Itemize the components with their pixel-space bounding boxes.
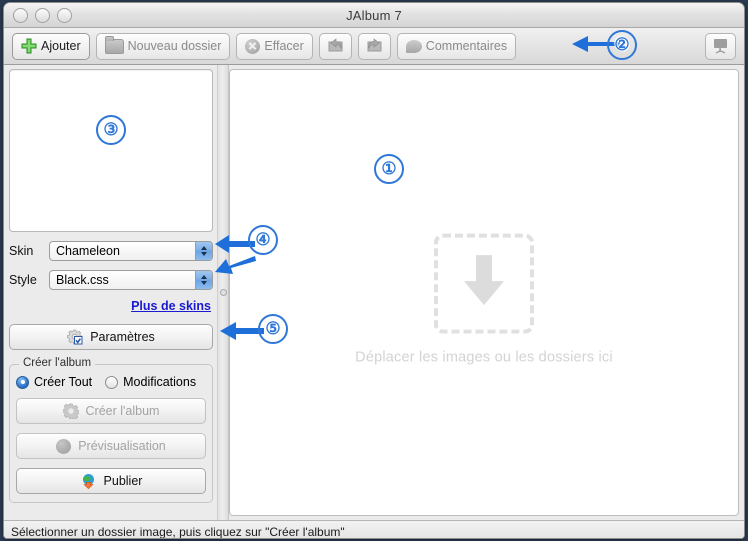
add-button[interactable]: Ajouter <box>12 32 90 60</box>
skin-label: Skin <box>9 244 34 258</box>
screenshot-root: JAlbum 7 Ajouter Nouveau dossier Effacer… <box>0 0 748 541</box>
preview-button[interactable]: Prévisualisation <box>16 433 206 459</box>
download-arrow-icon <box>461 253 507 314</box>
more-skins-row: Plus de skins <box>9 297 213 315</box>
style-select-stepper-icon[interactable] <box>195 271 212 289</box>
gear-check-icon <box>67 329 83 345</box>
style-select[interactable]: Black.css <box>49 270 213 290</box>
album-mode-radios: Créer Tout Modifications <box>16 375 206 389</box>
create-album-group-title: Créer l'album <box>19 357 96 369</box>
settings-button[interactable]: Paramètres <box>9 324 213 350</box>
style-select-value: Black.css <box>56 273 109 287</box>
window-title: JAlbum 7 <box>346 7 402 23</box>
left-panel: Skin Chameleon Style Black.css Plus de s… <box>4 65 217 520</box>
toolbar: Ajouter Nouveau dossier Effacer Commenta… <box>4 28 744 65</box>
create-album-group: Créer l'album Créer Tout Modifications C… <box>9 357 213 503</box>
preview-button-label: Prévisualisation <box>78 439 166 453</box>
create-album-button[interactable]: Créer l'album <box>16 398 206 424</box>
drop-target-box <box>434 233 534 334</box>
delete-button-label: Effacer <box>264 39 304 53</box>
title-bar: JAlbum 7 <box>4 3 744 28</box>
status-bar: Sélectionner un dossier image, puis cliq… <box>4 520 744 539</box>
radio-create-all-label: Créer Tout <box>34 375 93 389</box>
main-body: Skin Chameleon Style Black.css Plus de s… <box>4 65 744 520</box>
more-skins-link[interactable]: Plus de skins <box>131 299 211 313</box>
comments-button[interactable]: Commentaires <box>396 32 517 60</box>
drop-area: Déplacer les images ou les dossiers ici <box>230 233 738 365</box>
presentation-button[interactable] <box>705 32 736 60</box>
delete-button[interactable]: Effacer <box>236 32 313 60</box>
style-row: Style Black.css <box>9 270 213 290</box>
rotate-left-icon <box>327 37 344 56</box>
panel-divider[interactable] <box>217 65 229 520</box>
rotate-right-icon <box>366 37 383 56</box>
radio-create-all[interactable] <box>16 375 29 389</box>
main-drop-panel[interactable]: Déplacer les images ou les dossiers ici <box>229 69 739 516</box>
jalbum-window: JAlbum 7 Ajouter Nouveau dossier Effacer… <box>3 2 745 539</box>
add-button-label: Ajouter <box>41 39 81 53</box>
create-album-button-label: Créer l'album <box>85 404 160 418</box>
comment-bubble-icon <box>405 39 422 53</box>
globe-upload-icon <box>80 473 97 490</box>
skin-select[interactable]: Chameleon <box>49 241 213 261</box>
stepper-down-icon <box>201 281 207 285</box>
publish-button-label: Publier <box>103 474 143 488</box>
gear-icon <box>61 403 80 420</box>
new-folder-button-label: Nouveau dossier <box>127 39 222 53</box>
comments-button-label: Commentaires <box>425 39 508 53</box>
style-label: Style <box>9 273 37 287</box>
skin-row: Skin Chameleon <box>9 241 213 261</box>
delete-circle-icon <box>245 38 261 54</box>
new-folder-button[interactable]: Nouveau dossier <box>95 32 231 60</box>
stepper-up-icon <box>201 246 207 250</box>
presentation-board-icon <box>713 38 728 54</box>
radio-modifications[interactable] <box>105 375 119 389</box>
publish-button[interactable]: Publier <box>16 468 206 494</box>
preview-sphere-icon <box>56 438 72 454</box>
stepper-up-icon <box>201 275 207 279</box>
rotate-left-button[interactable] <box>318 32 352 60</box>
file-list-panel[interactable] <box>9 69 213 232</box>
stepper-down-icon <box>201 252 207 256</box>
settings-button-label: Paramètres <box>90 330 155 344</box>
green-plus-icon <box>21 38 37 54</box>
folder-icon <box>104 35 124 54</box>
rotate-right-button[interactable] <box>357 32 391 60</box>
skin-select-stepper-icon[interactable] <box>195 242 212 260</box>
status-bar-text: Sélectionner un dossier image, puis cliq… <box>11 524 345 539</box>
radio-modifications-label: Modifications <box>123 375 197 389</box>
divider-grip-icon[interactable] <box>219 289 227 296</box>
skin-select-value: Chameleon <box>56 244 120 258</box>
drop-instruction-text: Déplacer les images ou les dossiers ici <box>355 349 613 366</box>
